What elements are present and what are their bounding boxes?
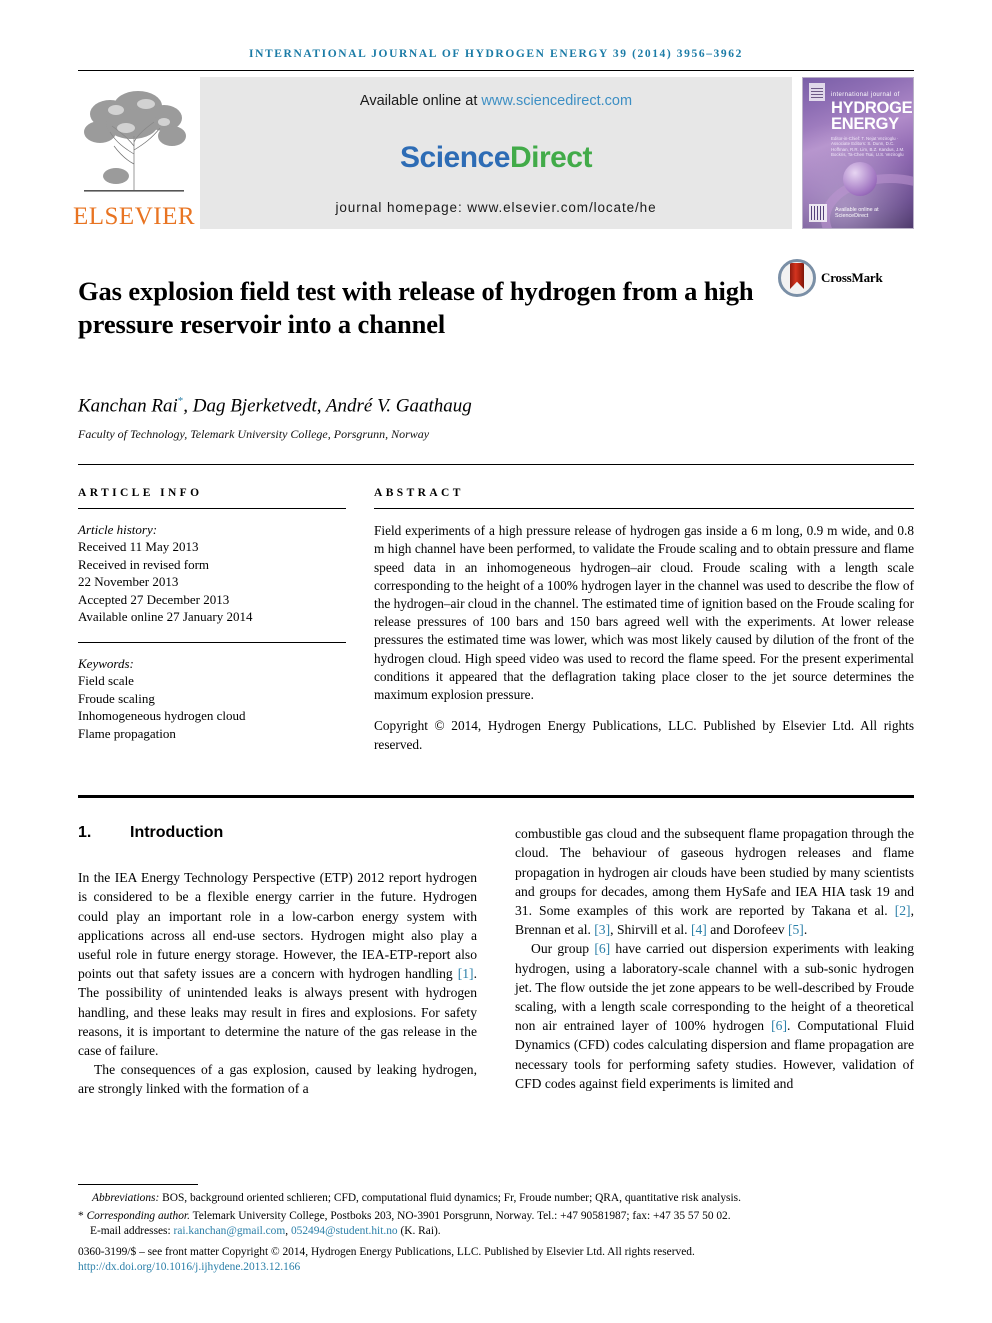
citation-ref[interactable]: [1]	[458, 966, 474, 981]
article-history-item: Accepted 27 December 2013	[78, 591, 230, 607]
abstract-bottom-divider	[78, 795, 914, 799]
citation-ref[interactable]: [6]	[594, 941, 610, 956]
citation-ref[interactable]: [4]	[691, 922, 707, 937]
cover-society-mark	[809, 204, 827, 222]
crossmark-label: CrossMark	[821, 270, 883, 285]
cover-kicker: international journal of	[831, 92, 900, 98]
article-info-rule	[78, 507, 346, 509]
footnote-emails: E-mail addresses: rai.kanchan@gmail.com,…	[90, 1225, 441, 1237]
footnote-corresponding-author: * Corresponding author. Telemark Univers…	[78, 1209, 914, 1224]
keywords-rule	[78, 641, 346, 643]
issn-copyright-line: 0360-3199/$ – see front matter Copyright…	[78, 1246, 695, 1258]
keywords-label: Keywords:	[78, 655, 134, 671]
elsevier-wordmark: ELSEVIER	[72, 203, 196, 230]
corresponding-author-text: Telemark University College, Postboks 20…	[189, 1210, 731, 1222]
email-link-secondary[interactable]: 052494@student.hit.no	[291, 1225, 398, 1237]
article-info-heading: Article info	[78, 486, 203, 499]
citation-ref[interactable]: [3]	[594, 922, 610, 937]
info-abstract-wrap: Article info Article history: Received 1…	[78, 487, 914, 767]
article-history-item: Received 11 May 2013	[78, 539, 199, 555]
body-column-right: combustible gas cloud and the subsequent…	[515, 824, 914, 1098]
sciencedirect-logo-direct: Direct	[509, 140, 593, 174]
masthead: ELSEVIER Available online at www.science…	[73, 77, 914, 229]
paper-page: International Journal of Hydrogen Energy…	[0, 0, 992, 1323]
section-number: 1.	[78, 824, 92, 842]
abbreviations-label: Abbreviations:	[92, 1192, 160, 1204]
crossmark-icon	[778, 259, 816, 297]
body-paragraph: The consequences of a gas explosion, cau…	[78, 1062, 477, 1097]
article-history-label: Article history:	[78, 521, 158, 537]
author-first: Kanchan Rai	[78, 394, 178, 416]
abstract-rule	[374, 507, 914, 509]
article-info-column: Article info Article history: Received 1…	[78, 487, 374, 767]
available-online-prefix: Available online at	[359, 93, 482, 109]
sciencedirect-banner: Available online at www.sciencedirect.co…	[200, 77, 792, 229]
cover-editors: Editor-in-Chief: T. Nejat Veziroglu · As…	[831, 136, 905, 158]
email-addresses-label: E-mail addresses:	[90, 1225, 171, 1237]
corresponding-star: *	[78, 1210, 84, 1222]
body-paragraph: Our group [6] have carried out dispersio…	[515, 941, 915, 1091]
email-suffix: (K. Rai).	[397, 1225, 441, 1237]
body-column-left: 1. Introduction In the IEA Energy Techno…	[78, 824, 477, 1098]
article-history-item: Received in revised form	[78, 556, 210, 572]
page-title: Gas explosion field test with release of…	[78, 275, 754, 339]
header-divider	[78, 70, 914, 71]
keyword-item: Froude scaling	[78, 690, 155, 706]
footnote-block: Abbreviations: BOS, background oriented …	[78, 1184, 914, 1275]
citation-ref[interactable]: [6]	[771, 1018, 787, 1033]
body-paragraph: combustible gas cloud and the subsequent…	[515, 826, 914, 938]
keyword-item: Field scale	[78, 673, 134, 689]
elsevier-logo: ELSEVIER	[73, 77, 195, 229]
footnote-divider	[78, 1184, 198, 1185]
affiliation: Faculty of Technology, Telemark Universi…	[78, 426, 430, 441]
running-head: International Journal of Hydrogen Energy…	[249, 48, 743, 60]
title-block-divider	[78, 463, 914, 465]
article-history-item: Available online 27 January 2014	[78, 609, 253, 625]
sciencedirect-logo-science: Science	[400, 140, 510, 174]
cover-title-line2: ENERGY	[831, 115, 899, 133]
sciencedirect-url-link[interactable]: www.sciencedirect.com	[481, 93, 632, 109]
journal-cover-thumbnail: international journal of HYDROGEN ENERGY…	[802, 77, 914, 229]
citation-ref[interactable]: [2]	[895, 903, 911, 918]
abstract-copyright: Copyright © 2014, Hydrogen Energy Public…	[374, 718, 914, 752]
abstract-column: Abstract Field experiments of a high pre…	[374, 487, 914, 767]
abstract-heading: Abstract	[374, 486, 464, 499]
corresponding-author-label: Corresponding author.	[86, 1210, 190, 1222]
title-row: Gas explosion field test with release of…	[78, 257, 914, 359]
body-paragraph: In the IEA Energy Technology Perspective…	[78, 870, 477, 1058]
cover-sphere	[843, 162, 877, 196]
section-title: Introduction	[130, 824, 224, 842]
abstract-text: Field experiments of a high pressure rel…	[374, 523, 914, 702]
keyword-item: Inhomogeneous hydrogen cloud	[78, 708, 246, 724]
cover-publisher-mark	[809, 83, 825, 101]
doi-link[interactable]: http://dx.doi.org/10.1016/j.ijhydene.201…	[78, 1260, 914, 1275]
abbreviations-text: BOS, background oriented schlieren; CFD,…	[159, 1192, 741, 1204]
section-heading-introduction: 1. Introduction	[78, 824, 477, 842]
sciencedirect-logo[interactable]: ScienceDirect	[400, 141, 592, 175]
body-columns: 1. Introduction In the IEA Energy Techno…	[78, 824, 914, 1098]
available-online-text: Available online at www.sciencedirect.co…	[360, 93, 632, 109]
footnote-abbreviations: Abbreviations: BOS, background oriented …	[78, 1191, 914, 1206]
crossmark-ribbon-shape	[790, 263, 804, 289]
elsevier-tree-icon	[80, 84, 188, 202]
cover-sciencedirect-mark: Available online at ScienceDirect	[835, 207, 879, 219]
keyword-item: Flame propagation	[78, 725, 176, 741]
author-list: Kanchan Rai*, Dag Bjerketvedt, André V. …	[78, 395, 914, 417]
citation-ref[interactable]: [5]	[788, 922, 804, 937]
article-history-item: 22 November 2013	[78, 574, 179, 590]
author-rest: , Dag Bjerketvedt, André V. Gaathaug	[183, 394, 472, 416]
crossmark-badge-group[interactable]: CrossMark	[778, 259, 883, 297]
cover-title: HYDROGEN ENERGY	[831, 100, 913, 133]
email-link-primary[interactable]: rai.kanchan@gmail.com	[174, 1225, 286, 1237]
journal-homepage-text[interactable]: journal homepage: www.elsevier.com/locat…	[335, 200, 656, 215]
